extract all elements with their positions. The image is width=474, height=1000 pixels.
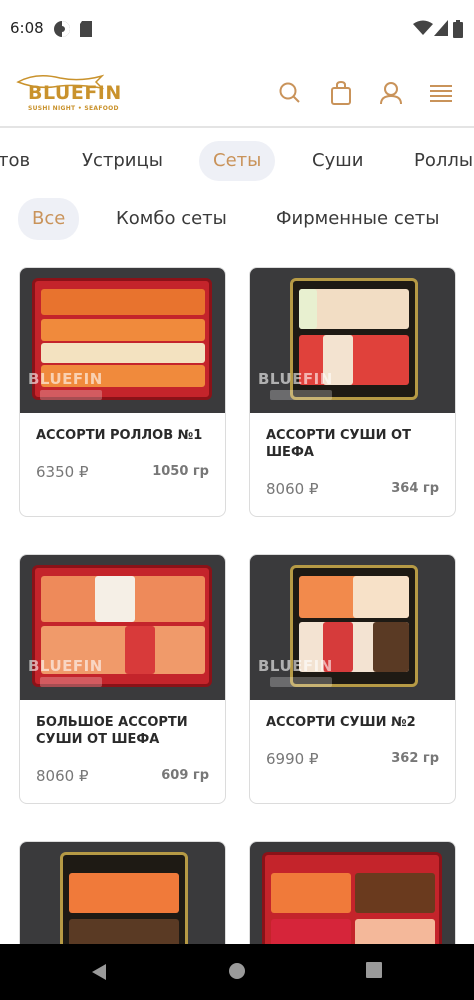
logo-subtitle: SUSHI NIGHT • SEAFOOD xyxy=(28,105,119,112)
battery-icon xyxy=(453,20,463,38)
product-card[interactable]: BLUEFIN Большое ассорти суши от шефа 806… xyxy=(19,554,226,804)
bluefin-logo[interactable]: BLUEFIN SUSHI NIGHT • SEAFOOD xyxy=(16,70,121,118)
product-image: BLUEFIN xyxy=(250,268,455,413)
app-header: BLUEFIN SUSHI NIGHT • SEAFOOD xyxy=(0,58,474,128)
subtab-all[interactable]: Все xyxy=(18,198,80,240)
user-icon[interactable] xyxy=(378,80,404,106)
tab-oysters[interactable]: Устрицы xyxy=(82,141,163,181)
logo-text: BLUEFIN xyxy=(28,82,122,104)
product-card[interactable]: BLUEFIN Ассорти роллов №1 6350 ₽ 1050 гр xyxy=(19,267,226,517)
back-icon[interactable] xyxy=(90,962,108,982)
product-image: BLUEFIN xyxy=(250,555,455,700)
sd-card-icon xyxy=(80,21,92,37)
watermark-logo: BLUEFIN xyxy=(28,370,103,388)
subcategory-tabs: Все Комбо сеты Фирменные сеты xyxy=(0,198,474,244)
product-price: 6350 ₽ xyxy=(36,463,89,481)
tab-sets[interactable]: Сеты xyxy=(199,141,276,181)
product-image: BLUEFIN xyxy=(20,268,225,413)
tab-partial[interactable]: тов xyxy=(0,141,30,181)
wifi-icon xyxy=(413,20,433,35)
tab-rolls[interactable]: Роллы xyxy=(414,141,473,181)
product-name: Ассорти суши №2 xyxy=(266,715,416,730)
subtab-signature-sets[interactable]: Фирменные сеты xyxy=(276,198,440,240)
tab-sushi[interactable]: Суши xyxy=(312,141,363,181)
product-weight: 609 гр xyxy=(161,768,209,783)
status-bar: 6:08 xyxy=(0,0,474,58)
product-card[interactable]: BLUEFIN Ассорти суши от шефа 8060 ₽ 364 … xyxy=(249,267,456,517)
status-time: 6:08 xyxy=(10,19,44,37)
category-tabs: тов Устрицы Сеты Суши Роллы xyxy=(0,138,474,188)
product-price: 8060 ₽ xyxy=(36,767,89,785)
search-icon[interactable] xyxy=(277,80,303,106)
product-card[interactable] xyxy=(19,841,226,961)
recents-icon[interactable] xyxy=(366,962,382,978)
product-image: BLUEFIN xyxy=(20,555,225,700)
product-name: Ассорти суши от шефа xyxy=(266,428,411,460)
product-price: 8060 ₽ xyxy=(266,480,319,498)
product-name: Большое ассорти суши от шефа xyxy=(36,715,188,747)
watermark-logo: BLUEFIN xyxy=(258,370,333,388)
product-price: 6990 ₽ xyxy=(266,750,319,768)
bag-icon[interactable] xyxy=(328,80,354,106)
watermark-logo: BLUEFIN xyxy=(28,657,103,675)
menu-icon[interactable] xyxy=(428,80,454,106)
product-card[interactable]: BLUEFIN Ассорти суши №2 6990 ₽ 362 гр xyxy=(249,554,456,804)
watermark-logo: BLUEFIN xyxy=(258,657,333,675)
system-nav-bar xyxy=(0,944,474,1000)
product-weight: 362 гр xyxy=(391,751,439,766)
product-weight: 1050 гр xyxy=(152,464,209,479)
data-saver-icon xyxy=(54,21,70,37)
home-icon[interactable] xyxy=(228,962,246,980)
product-name: Ассорти роллов №1 xyxy=(36,428,203,443)
product-weight: 364 гр xyxy=(391,481,439,496)
product-card[interactable] xyxy=(249,841,456,961)
signal-icon xyxy=(434,20,448,36)
subtab-combo-sets[interactable]: Комбо сеты xyxy=(116,198,227,240)
